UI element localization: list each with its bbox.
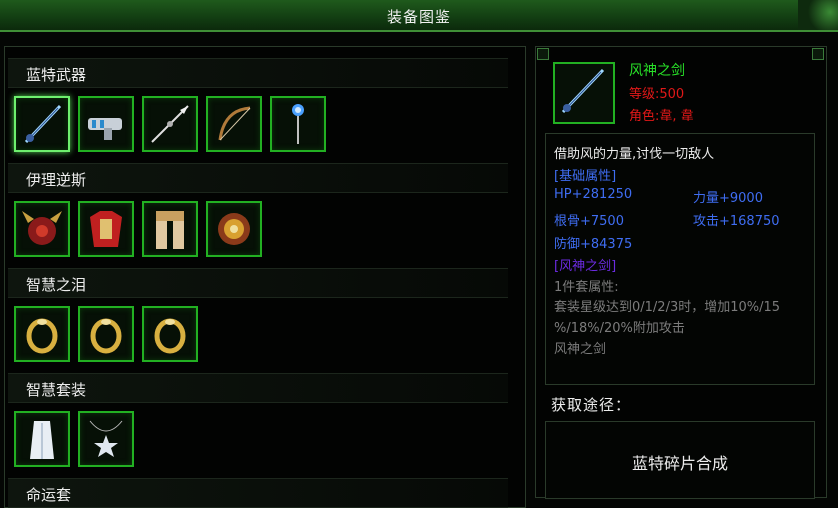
set-header: [风神之剑] xyxy=(554,259,617,274)
set-pieces-label: 1件套属性: xyxy=(554,280,619,295)
stat-hp: HP+281250 xyxy=(554,187,633,202)
gold-ring-icon xyxy=(154,318,186,354)
item-slot-bow[interactable] xyxy=(206,96,262,152)
blaster-gun-icon xyxy=(88,118,122,140)
section-label: 智慧之泪 xyxy=(26,276,87,294)
star-necklace-icon xyxy=(89,420,123,457)
item-slot-gold-ring-1[interactable] xyxy=(14,306,70,362)
section-label: 蓝特武器 xyxy=(26,66,87,84)
item-role: 角色:韋, 韋 xyxy=(629,109,694,124)
section-label: 智慧套装 xyxy=(26,381,87,399)
close-corner-icon[interactable] xyxy=(798,0,838,30)
acquisition-title: 获取途径： xyxy=(551,396,632,414)
section-header-destiny-set: 命运套 xyxy=(8,478,508,508)
bow-icon xyxy=(218,106,251,141)
section-header-ilinis: 伊理逆斯 xyxy=(8,163,508,193)
set-name-text: 风神之剑 xyxy=(554,342,607,357)
stat-attack: 攻击+168750 xyxy=(693,214,780,229)
horned-helmet-icon xyxy=(22,211,62,245)
panel-corner-icon xyxy=(812,48,824,60)
section-label: 伊理逆斯 xyxy=(26,171,87,189)
item-slot-red-armor[interactable] xyxy=(78,201,134,257)
item-slot-white-robe[interactable] xyxy=(14,411,70,467)
item-slot-sun-amulet[interactable] xyxy=(206,201,262,257)
item-level: 等级:500 xyxy=(629,87,685,102)
stat-strength: 力量+9000 xyxy=(693,191,763,206)
item-name: 风神之剑 xyxy=(629,63,685,79)
set-effect-line: %/18%/20%附加攻击 xyxy=(554,321,685,336)
item-slot-horned-helmet[interactable] xyxy=(14,201,70,257)
stat-defense: 防御+84375 xyxy=(554,237,633,252)
item-slot-star-necklace[interactable] xyxy=(78,411,134,467)
acquisition-method: 蓝特碎片合成 xyxy=(631,454,728,473)
item-slot-crystal-staff[interactable] xyxy=(270,96,326,152)
wind-god-sword-icon xyxy=(561,68,605,114)
item-flavor-text: 借助风的力量,讨伐一切敌人 xyxy=(554,147,715,162)
wind-god-sword-icon xyxy=(24,104,62,144)
gold-ring-icon xyxy=(90,318,122,354)
window-title: 装备图鉴 xyxy=(386,8,451,26)
item-slot-gold-ring-2[interactable] xyxy=(78,306,134,362)
window-titlebar: 装备图鉴 xyxy=(0,0,838,32)
detail-item-icon xyxy=(553,62,615,124)
item-slot-gold-ring-3[interactable] xyxy=(142,306,198,362)
leg-armor-icon xyxy=(156,211,184,249)
item-slot-wind-god-sword[interactable] xyxy=(14,96,70,152)
spear-icon xyxy=(151,105,189,143)
white-robe-icon xyxy=(30,421,54,459)
red-armor-icon xyxy=(90,211,122,247)
set-effect-line: 套装星级达到0/1/2/3时，增加10%/15 xyxy=(554,300,781,315)
crystal-staff-icon xyxy=(292,104,304,144)
gold-ring-icon xyxy=(26,318,58,354)
item-slot-leg-armor[interactable] xyxy=(142,201,198,257)
section-label: 命运套 xyxy=(26,486,72,504)
section-header-tears-of-wisdom: 智慧之泪 xyxy=(8,268,508,298)
acquisition-method-box[interactable]: 蓝特碎片合成 xyxy=(545,421,815,499)
stat-bone: 根骨+7500 xyxy=(554,214,624,229)
sun-amulet-icon xyxy=(218,213,250,245)
item-slot-spear[interactable] xyxy=(142,96,198,152)
panel-corner-icon xyxy=(537,48,549,60)
section-header-lante-weapons: 蓝特武器 xyxy=(8,58,508,88)
section-header-wisdom-set: 智慧套装 xyxy=(8,373,508,403)
base-attributes-header: [基础属性] xyxy=(554,169,617,184)
item-slot-blaster[interactable] xyxy=(78,96,134,152)
